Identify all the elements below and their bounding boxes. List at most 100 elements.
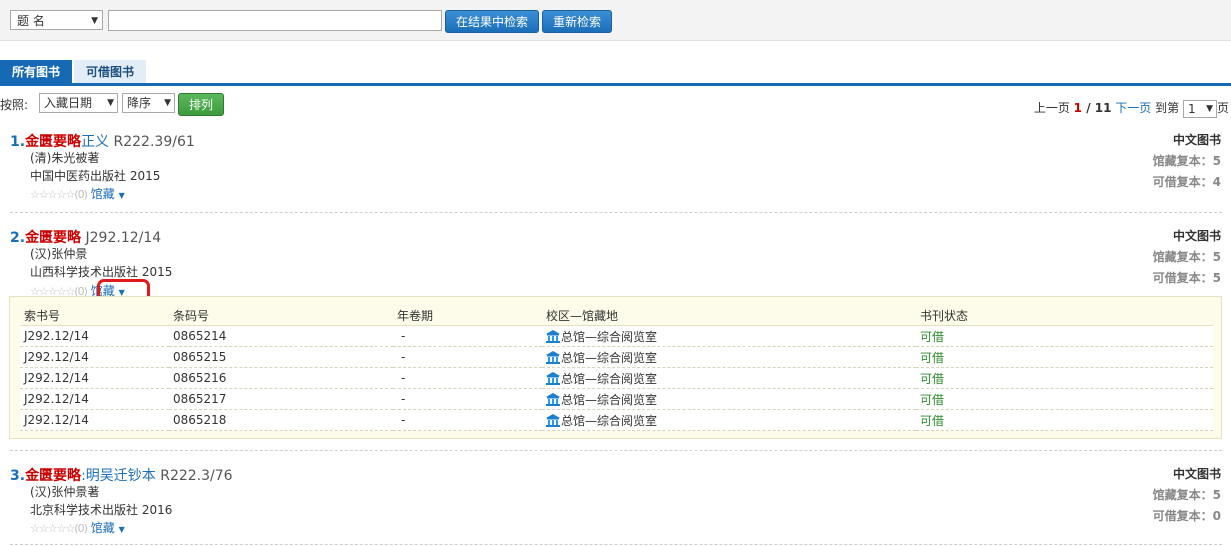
cell-volume-text: -: [401, 329, 406, 343]
result-title-3[interactable]: 3.金匮要略:明吴迁钞本 R222.3/76: [10, 465, 233, 485]
cell-barcode: 0865214: [169, 325, 393, 347]
col-barcode: 条码号: [169, 305, 393, 326]
search-input[interactable]: [108, 10, 442, 31]
result-separator: [10, 544, 1222, 545]
result-call-number: R222.39/61: [113, 134, 195, 150]
tab-all-books[interactable]: 所有图书: [0, 60, 72, 84]
cell-status-text: 可借: [920, 413, 945, 428]
cell-call-number: J292.12/14: [20, 346, 169, 368]
tab-available-books[interactable]: 可借图书: [74, 60, 146, 84]
new-search-button[interactable]: 重新检索: [542, 10, 612, 33]
cell-location[interactable]: 总馆—综合阅览室: [542, 367, 916, 389]
result-copies: 馆藏复本：5: [1152, 250, 1221, 264]
cell-call-number: J292.12/14: [20, 325, 169, 347]
cell-volume-text: -: [401, 350, 406, 364]
col-location: 校区—馆藏地: [542, 305, 916, 326]
pager: 上一页 1 / 11 下一页 到第 1 ▼ 页: [1034, 99, 1229, 118]
result-type-block: 中文图书 馆藏复本：5 可借复本：4: [1153, 131, 1221, 190]
search-field-value: 题 名: [17, 14, 45, 28]
cell-call-number: J292.12/14: [20, 367, 169, 389]
next-page-link[interactable]: 下一页: [1115, 101, 1151, 115]
cell-location[interactable]: 总馆—综合阅览室: [542, 346, 916, 368]
chevron-down-icon: ▼: [1206, 103, 1213, 114]
caret-down-icon: ▼: [118, 191, 125, 200]
total-pages: 11: [1094, 101, 1112, 115]
cell-barcode-text: 0865216: [173, 371, 227, 385]
cell-status: 可借: [916, 346, 1213, 368]
cell-barcode: 0865216: [169, 367, 393, 389]
sort-button[interactable]: 排列: [178, 93, 224, 116]
cell-call-number: J292.12/14: [20, 388, 169, 410]
page-select-value: 1: [1187, 101, 1196, 116]
cell-status: 可借: [916, 388, 1213, 410]
chevron-down-icon: ▼: [91, 16, 98, 26]
cell-volume-text: -: [401, 392, 406, 406]
cell-call-number-text: J292.12/14: [24, 413, 89, 427]
page-suffix: 页: [1216, 101, 1229, 115]
cell-status-text: 可借: [920, 371, 945, 386]
cell-location-text: 总馆—综合阅览室: [561, 329, 658, 344]
page-select[interactable]: 1 ▼: [1182, 99, 1217, 118]
library-building-icon: [546, 371, 560, 385]
caret-down-icon: ▼: [118, 525, 125, 534]
prev-page-link[interactable]: 上一页: [1034, 101, 1070, 115]
cell-status-text: 可借: [920, 329, 945, 344]
page-slash: /: [1082, 101, 1095, 115]
sort-field-select[interactable]: 入藏日期 ▼: [39, 93, 118, 113]
result-type: 中文图书: [1172, 133, 1221, 147]
sort-label: 按照:: [0, 98, 29, 112]
table-row: J292.12/14 0865215 - 总馆—综合阅览室 可借: [20, 346, 1213, 368]
holdings-label: 馆藏: [90, 521, 115, 535]
cell-volume: -: [393, 388, 542, 410]
result-type-block: 中文图书 馆藏复本：5 可借复本：5: [1153, 227, 1221, 286]
result-title-1[interactable]: 1.金匮要略正义 R222.39/61: [10, 131, 195, 151]
search-field-select[interactable]: 题 名 ▼: [10, 10, 103, 30]
cell-volume: -: [393, 346, 542, 368]
sort-order-select[interactable]: 降序 ▼: [122, 93, 175, 113]
result-available-copies: 可借复本：5: [1152, 271, 1221, 285]
cell-location[interactable]: 总馆—综合阅览室: [542, 409, 916, 431]
result-title-highlight: 金匮要略: [25, 468, 82, 484]
cell-location-text: 总馆—综合阅览室: [561, 413, 658, 428]
current-page: 1: [1073, 101, 1083, 115]
cell-location[interactable]: 总馆—综合阅览室: [542, 325, 916, 347]
cell-location[interactable]: 总馆—综合阅览室: [542, 388, 916, 410]
library-building-icon: [546, 392, 560, 406]
result-index: 2.: [10, 230, 26, 246]
library-building-icon: [546, 413, 560, 427]
cell-barcode: 0865217: [169, 388, 393, 410]
result-separator: [10, 212, 1222, 213]
search-within-button[interactable]: 在结果中检索: [445, 10, 539, 33]
cell-volume: -: [393, 367, 542, 389]
holdings-header-row: 索书号 条码号 年卷期 校区—馆藏地 书刊状态: [20, 305, 1213, 326]
cell-volume-text: -: [401, 413, 406, 427]
table-row: J292.12/14 0865216 - 总馆—综合阅览室 可借: [20, 367, 1213, 389]
result-title-2[interactable]: 2.金匮要略 J292.12/14: [10, 227, 161, 247]
cell-status: 可借: [916, 325, 1213, 347]
result-title-rest: 正义: [81, 134, 110, 150]
result-type: 中文图书: [1172, 229, 1221, 243]
table-row: J292.12/14 0865218 - 总馆—综合阅览室 可借: [20, 409, 1213, 431]
result-call-number: J292.12/14: [85, 230, 162, 246]
cell-barcode-text: 0865218: [173, 413, 227, 427]
cell-call-number-text: J292.12/14: [24, 371, 89, 385]
cell-call-number-text: J292.12/14: [24, 350, 89, 364]
cell-location-text: 总馆—综合阅览室: [561, 350, 658, 365]
result-publisher: 山西科学技术出版社 2015: [30, 265, 173, 279]
result-call-number: R222.3/76: [160, 468, 233, 484]
cell-status-text: 可借: [920, 350, 945, 365]
col-volume: 年卷期: [393, 305, 542, 326]
cell-call-number-text: J292.12/14: [24, 392, 89, 406]
library-building-icon: [546, 329, 560, 343]
result-available-copies: 可借复本：0: [1152, 509, 1221, 523]
holdings-toggle[interactable]: 馆藏 ▼: [91, 521, 125, 535]
star-rating-icon: ☆☆☆☆☆(0): [30, 188, 88, 201]
holdings-toggle[interactable]: 馆藏 ▼: [91, 187, 125, 201]
sort-order-value: 降序: [127, 96, 152, 110]
result-type: 中文图书: [1172, 467, 1221, 481]
result-copies: 馆藏复本：5: [1152, 488, 1221, 502]
cell-call-number-text: J292.12/14: [24, 329, 89, 343]
cell-status: 可借: [916, 367, 1213, 389]
result-separator: [10, 450, 1222, 451]
cell-barcode: 0865218: [169, 409, 393, 431]
